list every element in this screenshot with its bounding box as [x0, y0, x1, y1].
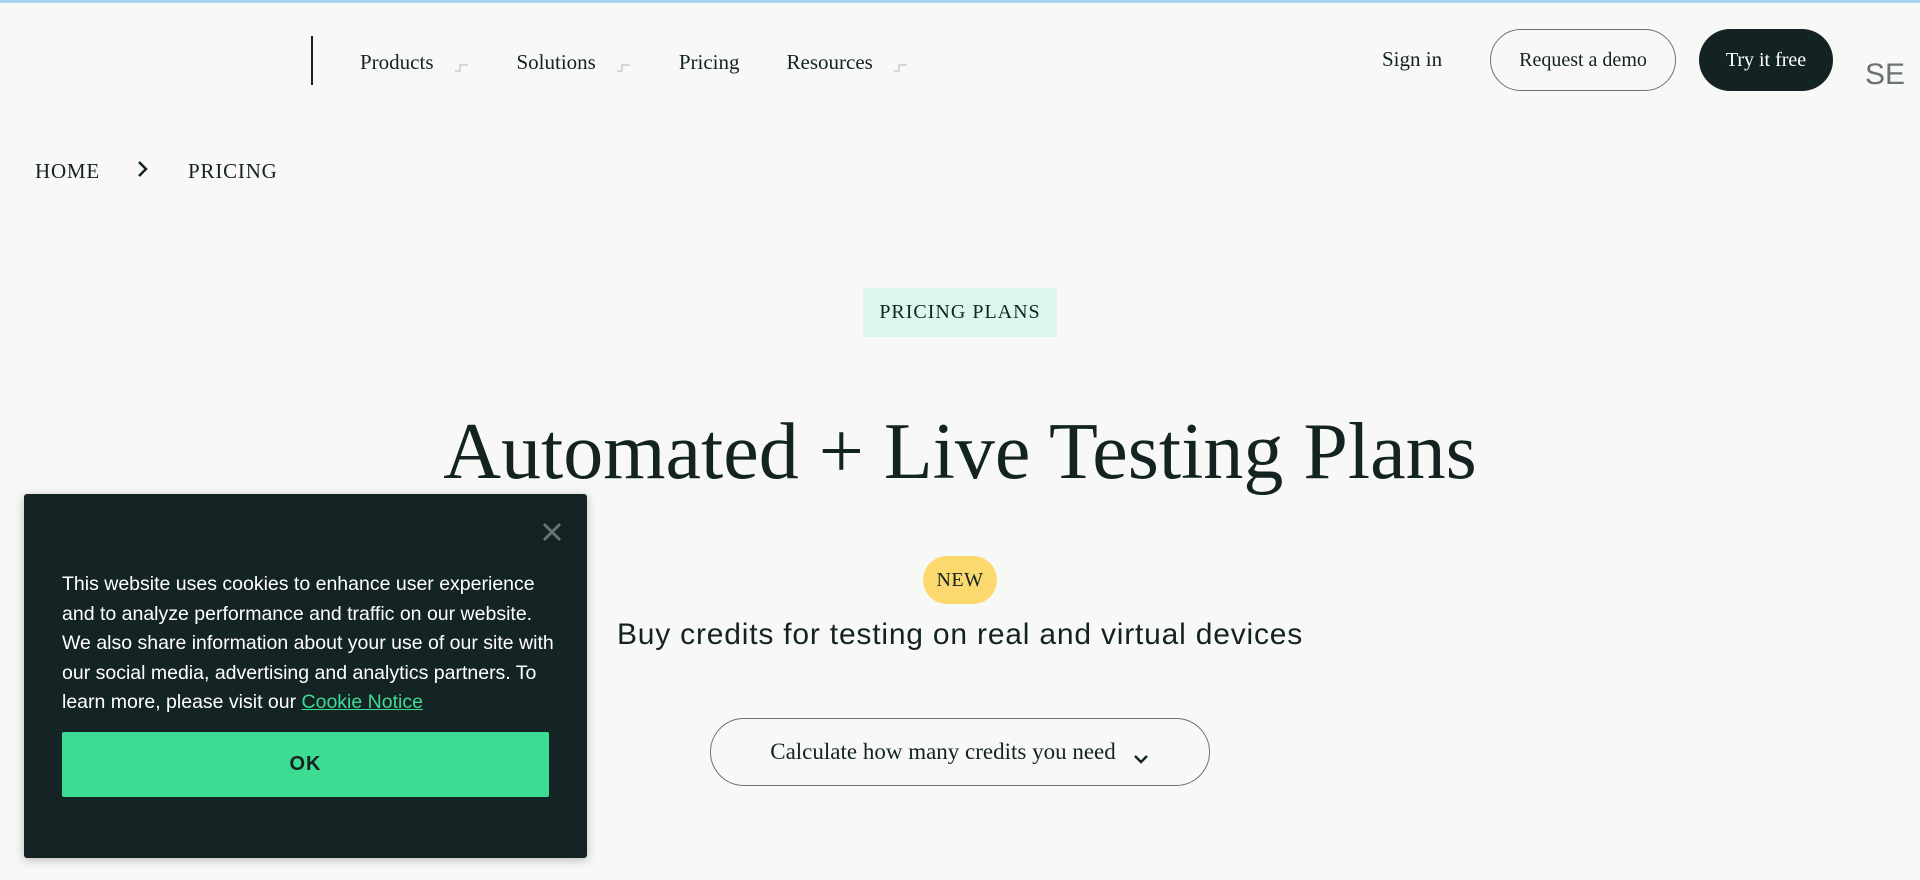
logo[interactable]: [0, 30, 314, 86]
nav-item-label: Pricing: [678, 49, 740, 74]
search-partial-text: SE: [1865, 58, 1905, 86]
cookie-banner: This website uses cookies to enhance use…: [24, 494, 587, 858]
pricing-plans-tag: PRICING PLANS: [863, 288, 1057, 337]
breadcrumb-current: PRICING: [188, 158, 278, 183]
close-icon[interactable]: [537, 517, 567, 547]
breadcrumb: HOME PRICING: [35, 156, 278, 186]
nav-item-label: Resources: [786, 49, 873, 74]
page-title: Automated + Live Testing Plans: [443, 408, 1477, 496]
nav-item-resources[interactable]: Resources: [787, 50, 909, 75]
try-free-button[interactable]: Try it free: [1699, 29, 1833, 91]
sign-in-link[interactable]: Sign in: [1382, 47, 1442, 72]
cookie-ok-button[interactable]: OK: [62, 732, 549, 797]
chevron-right-icon: [136, 159, 150, 179]
chevron-down-icon: [1132, 746, 1150, 764]
calculate-credits-label: Calculate how many credits you need: [770, 739, 1116, 764]
nav-item-solutions[interactable]: Solutions: [517, 50, 632, 75]
breadcrumb-home[interactable]: HOME: [35, 159, 100, 184]
new-badge: NEW: [923, 556, 997, 604]
chevron-down-icon: [893, 59, 909, 73]
nav-item-pricing[interactable]: Pricing: [679, 50, 740, 75]
cookie-notice-link[interactable]: Cookie Notice: [302, 691, 423, 713]
cookie-message: This website uses cookies to enhance use…: [62, 570, 562, 718]
main-nav: Products Solutions Pricing Resources: [360, 44, 956, 80]
search-partial[interactable]: SE: [1864, 50, 1920, 86]
nav-item-products[interactable]: Products: [360, 50, 470, 75]
chevron-down-icon: [454, 59, 470, 73]
nav-item-label: Products: [360, 49, 434, 74]
nav-item-label: Solutions: [516, 49, 596, 74]
calculate-credits-button[interactable]: Calculate how many credits you need: [710, 718, 1210, 786]
request-demo-button[interactable]: Request a demo: [1490, 29, 1676, 91]
site-header: Products Solutions Pricing Resources Sig…: [0, 0, 1920, 120]
logo-divider: [311, 36, 313, 85]
chevron-down-icon: [616, 59, 632, 73]
